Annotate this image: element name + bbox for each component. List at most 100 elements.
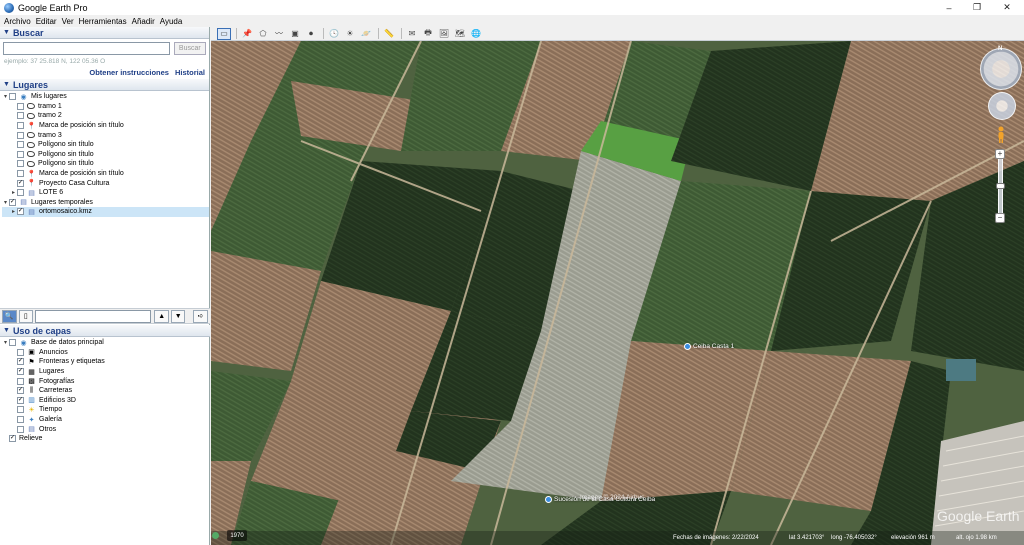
places-filter-input[interactable] — [35, 309, 152, 323]
visibility-checkbox[interactable] — [9, 339, 16, 347]
zoom-in-icon[interactable]: + — [995, 149, 1005, 159]
places-tree-row[interactable]: tramo 3 — [2, 130, 209, 140]
menu-ver[interactable]: Ver — [62, 17, 74, 26]
get-directions-link[interactable]: Obtener instrucciones — [89, 68, 169, 77]
panel-toggle-icon[interactable]: ▯ — [18, 309, 33, 323]
visibility-checkbox[interactable]: ✓ — [17, 179, 24, 187]
placemark-ceiba[interactable]: Ceiba Casta 1 — [684, 343, 734, 350]
visibility-checkbox[interactable] — [17, 150, 24, 158]
add-placemark-icon[interactable]: 📌 — [240, 28, 254, 40]
save-image-icon[interactable]: 🖼 — [437, 28, 451, 40]
menu-herramientas[interactable]: Herramientas — [79, 17, 127, 26]
places-tree-row[interactable]: 📍 Marca de posición sin título — [2, 121, 209, 131]
close-button[interactable]: ✕ — [990, 0, 1024, 15]
expand-toggle-icon[interactable]: ▸ — [10, 189, 17, 196]
expand-toggle-icon[interactable]: ▾ — [2, 199, 9, 206]
search-panel-header[interactable]: ▼ Buscar — [0, 27, 209, 39]
visibility-checkbox[interactable] — [17, 416, 24, 424]
historical-year-chip[interactable]: 1970 — [227, 530, 247, 541]
view-in-maps-icon[interactable]: 🗺 — [453, 28, 467, 40]
places-tree-row[interactable]: ▾ ◉ Mis lugares — [2, 92, 209, 102]
visibility-checkbox[interactable] — [17, 406, 24, 414]
places-tree-row[interactable]: ▾ ✓ ▤ Lugares temporales — [2, 198, 209, 208]
menu-anadir[interactable]: Añadir — [132, 17, 155, 26]
street-view-pegman-icon[interactable] — [997, 126, 1005, 144]
visibility-checkbox[interactable] — [17, 170, 24, 178]
places-tree-row[interactable]: Polígono sin título — [2, 150, 209, 160]
visibility-checkbox[interactable] — [17, 122, 24, 130]
places-tree-row[interactable]: ✓ 📍 Proyecto Casa Cultura — [2, 178, 209, 188]
north-indicator[interactable]: N — [998, 46, 1002, 52]
layers-tree-row[interactable]: ✓ ⚑ Fronteras y etiquetas — [2, 357, 210, 367]
places-panel-header[interactable]: ▼ Lugares — [0, 79, 209, 91]
print-icon[interactable]: 🖶 — [421, 28, 435, 40]
globe-status-icon[interactable] — [212, 532, 219, 539]
visibility-checkbox[interactable] — [17, 102, 24, 110]
expand-toggle-icon[interactable]: ▸ — [10, 208, 17, 215]
places-tree-row[interactable]: 📍 Marca de posición sin título — [2, 169, 209, 179]
visibility-checkbox[interactable] — [17, 377, 24, 385]
historical-imagery-icon[interactable]: 🕓 — [327, 28, 341, 40]
places-tree-row[interactable]: tramo 1 — [2, 102, 209, 112]
visibility-checkbox[interactable] — [17, 131, 24, 139]
visibility-checkbox[interactable]: ✓ — [17, 396, 24, 404]
add-path-icon[interactable]: 〰 — [272, 28, 286, 40]
places-tree-row[interactable]: Polígono sin título — [2, 159, 209, 169]
layers-tree-row[interactable]: ▾ ◉ Base de datos principal — [2, 338, 210, 348]
layers-tree-row[interactable]: ✓ ▥ Edificios 3D — [2, 396, 210, 406]
visibility-checkbox[interactable]: ✓ — [17, 368, 24, 376]
satellite-map[interactable] — [211, 41, 1024, 545]
ruler-icon[interactable]: 📏 — [382, 28, 396, 40]
menu-ayuda[interactable]: Ayuda — [160, 17, 183, 26]
expand-toggle-icon[interactable]: ▾ — [2, 339, 9, 346]
visibility-checkbox[interactable] — [17, 160, 24, 168]
visibility-checkbox[interactable]: ✓ — [9, 198, 16, 206]
visibility-checkbox[interactable] — [17, 348, 24, 356]
visibility-checkbox[interactable]: ✓ — [17, 387, 24, 395]
email-icon[interactable]: ✉ — [405, 28, 419, 40]
move-up-icon[interactable]: ▲ — [154, 309, 169, 323]
menu-archivo[interactable]: Archivo — [4, 17, 31, 26]
visibility-checkbox[interactable] — [17, 189, 24, 197]
layers-tree-row[interactable]: ✓ ⫼ Carreteras — [2, 386, 210, 396]
layers-panel-header[interactable]: ▼ Uso de capas — [0, 325, 210, 337]
visibility-checkbox[interactable] — [17, 112, 24, 120]
move-control[interactable] — [988, 92, 1016, 120]
tour-icon[interactable]: ➪ — [193, 309, 208, 323]
layers-tree-row[interactable]: ▤ Otros — [2, 424, 210, 434]
visibility-checkbox[interactable]: ✓ — [17, 208, 24, 216]
expand-toggle-icon[interactable]: ▾ — [2, 93, 9, 100]
visibility-checkbox[interactable] — [17, 425, 24, 433]
places-tree-row[interactable]: ▸ ✓ ▤ ortomosaico.kmz — [2, 207, 209, 217]
add-polygon-icon[interactable]: ⬠ — [256, 28, 270, 40]
search-places-icon[interactable]: 🔍 — [2, 309, 17, 323]
record-tour-icon[interactable]: ⏺ — [304, 28, 318, 40]
move-down-icon[interactable]: ▼ — [170, 309, 186, 323]
sidebar-toggle-icon[interactable]: ▭ — [217, 27, 231, 40]
visibility-checkbox[interactable] — [9, 93, 16, 101]
visibility-checkbox[interactable]: ✓ — [9, 435, 16, 443]
zoom-out-icon[interactable]: − — [995, 213, 1005, 223]
add-overlay-icon[interactable]: ▣ — [288, 28, 302, 40]
planets-icon[interactable]: 🪐 — [359, 28, 373, 40]
look-around-control[interactable] — [980, 48, 1022, 90]
earth-gallery-icon[interactable]: 🌐 — [469, 28, 483, 40]
search-input[interactable] — [3, 42, 170, 55]
layers-tree-row[interactable]: ✦ Galería — [2, 415, 210, 425]
layers-tree-row[interactable]: ▩ Fotografías — [2, 376, 210, 386]
search-button[interactable]: Buscar — [173, 42, 206, 55]
layers-tree-row[interactable]: ☀ Tiempo — [2, 405, 210, 415]
zoom-slider-knob[interactable] — [996, 183, 1005, 189]
layers-tree-row[interactable]: ✓ Relieve — [2, 434, 210, 444]
visibility-checkbox[interactable]: ✓ — [17, 358, 24, 366]
visibility-checkbox[interactable] — [17, 141, 24, 149]
sunlight-icon[interactable]: ☀ — [343, 28, 357, 40]
menu-editar[interactable]: Editar — [36, 17, 57, 26]
maximize-button[interactable]: ❐ — [960, 0, 994, 15]
places-tree-row[interactable]: tramo 2 — [2, 111, 209, 121]
layers-tree-row[interactable]: ▣ Anuncios — [2, 348, 210, 358]
places-tree-row[interactable]: ▸ ▤ LOTE 6 — [2, 188, 209, 198]
places-tree-row[interactable]: Polígono sin título — [2, 140, 209, 150]
layers-tree-row[interactable]: ✓ ▦ Lugares — [2, 367, 210, 377]
history-link[interactable]: Historial — [175, 68, 205, 77]
